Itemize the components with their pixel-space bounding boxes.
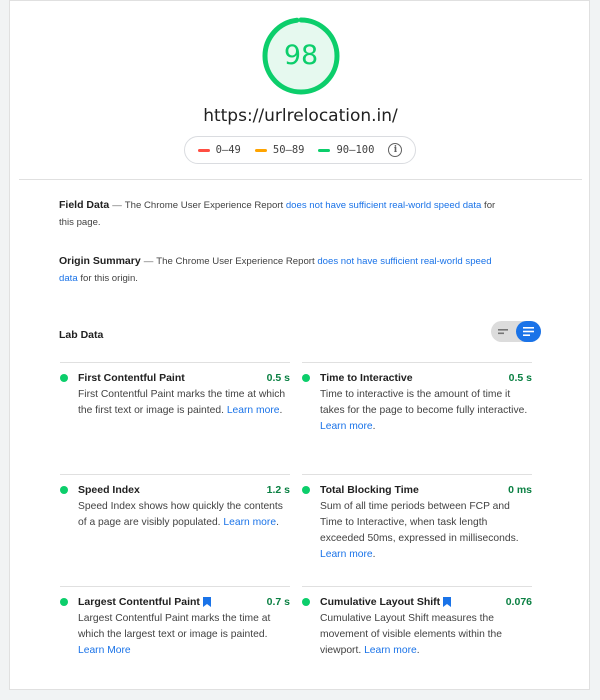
metric-name-first-contentful-paint: First Contentful Paint bbox=[60, 372, 185, 384]
pass-status-dot bbox=[302, 486, 310, 494]
metric-name-text: First Contentful Paint bbox=[78, 372, 185, 384]
metric-speed-index: Speed Index 1.2 s Speed Index shows how … bbox=[60, 474, 290, 531]
metric-description-text: Time to interactive is the amount of tim… bbox=[320, 389, 528, 416]
list-expanded-icon bbox=[523, 327, 534, 336]
field-data-dash: — bbox=[112, 200, 122, 211]
metric-value-speed-index: 1.2 s bbox=[266, 484, 290, 496]
field-data-title: Field Data bbox=[59, 199, 110, 211]
metric-name-text: Total Blocking Time bbox=[320, 484, 419, 496]
pass-status-dot bbox=[60, 598, 68, 606]
bookmark-icon bbox=[202, 597, 211, 607]
legend-swatch-pass bbox=[318, 148, 331, 152]
legend-swatch-fail bbox=[197, 148, 210, 152]
metric-largest-contentful-paint: Largest Contentful Paint 0.7 s Largest C… bbox=[60, 586, 290, 659]
metric-name-text: Cumulative Layout Shift bbox=[320, 596, 441, 608]
metric-description: Time to interactive is the amount of tim… bbox=[302, 387, 532, 435]
metric-description: Largest Contentful Paint marks the time … bbox=[60, 611, 290, 659]
metric-description: Speed Index shows how quickly the conten… bbox=[60, 499, 290, 531]
legend-swatch-average bbox=[254, 148, 267, 152]
metric-time-to-interactive: Time to Interactive 0.5 s Time to intera… bbox=[302, 362, 532, 435]
metric-name-text: Time to Interactive bbox=[320, 372, 413, 384]
metric-name-speed-index: Speed Index bbox=[60, 484, 140, 496]
metric-description: Cumulative Layout Shift measures the mov… bbox=[302, 611, 532, 659]
list-compact-icon[interactable] bbox=[496, 326, 512, 337]
origin-summary-section: Origin Summary — The Chrome User Experienc… bbox=[59, 253, 504, 287]
metric-name-total-blocking-time: Total Blocking Time bbox=[302, 484, 419, 496]
field-data-section: Field Data — The Chrome User Experience Re… bbox=[59, 197, 504, 231]
link-punctuation: . bbox=[372, 549, 376, 560]
metric-value-largest-contentful-paint: 0.7 s bbox=[266, 596, 290, 608]
tested-url: https://urlrelocation.in/ bbox=[203, 106, 398, 126]
lab-data-title: Lab Data bbox=[59, 329, 104, 341]
link-punctuation: . bbox=[279, 405, 283, 416]
pass-status-dot bbox=[302, 374, 310, 382]
metric-value-cumulative-layout-shift: 0.076 bbox=[505, 596, 532, 608]
metric-name-largest-contentful-paint: Largest Contentful Paint bbox=[60, 596, 211, 608]
performance-score-value: 98 bbox=[283, 40, 319, 71]
metric-description-text: Largest Contentful Paint marks the time … bbox=[78, 613, 271, 640]
metric-value-time-to-interactive: 0.5 s bbox=[508, 372, 532, 384]
legend-item-average: 50–89 bbox=[254, 144, 305, 156]
legend-label-fail: 0–49 bbox=[215, 144, 241, 156]
metric-value-first-contentful-paint: 0.5 s bbox=[266, 372, 290, 384]
learn-more-link[interactable]: Learn more bbox=[364, 645, 417, 656]
list-expanded-toggle[interactable] bbox=[516, 321, 541, 342]
metric-description: First Contentful Paint marks the time at… bbox=[60, 387, 290, 419]
score-legend: 0–49 50–89 90–100 i bbox=[184, 136, 416, 164]
metric-name-time-to-interactive: Time to Interactive bbox=[302, 372, 413, 384]
metric-name-text: Largest Contentful Paint bbox=[78, 596, 200, 608]
metric-cumulative-layout-shift: Cumulative Layout Shift 0.076 Cumulative… bbox=[302, 586, 532, 659]
metric-first-contentful-paint: First Contentful Paint 0.5 s First Conte… bbox=[60, 362, 290, 419]
metrics-view-toggle[interactable] bbox=[491, 321, 541, 342]
metric-value-total-blocking-time: 0 ms bbox=[508, 484, 532, 496]
origin-summary-text: The Chrome User Experience Report bbox=[156, 256, 318, 267]
legend-label-pass: 90–100 bbox=[336, 144, 375, 156]
metric-description-text: Sum of all time periods between FCP and … bbox=[320, 501, 519, 544]
learn-more-link[interactable]: Learn more bbox=[320, 549, 373, 560]
metric-total-blocking-time: Total Blocking Time 0 ms Sum of all time… bbox=[302, 474, 532, 563]
info-icon[interactable]: i bbox=[388, 143, 403, 157]
origin-summary-dash: — bbox=[143, 256, 154, 267]
pass-status-dot bbox=[60, 486, 68, 494]
origin-summary-title: Origin Summary bbox=[59, 255, 141, 267]
learn-more-link[interactable]: Learn more bbox=[320, 421, 373, 432]
legend-item-pass: 90–100 bbox=[318, 144, 374, 156]
learn-more-link[interactable]: Learn More bbox=[78, 645, 131, 656]
bookmark-icon bbox=[443, 597, 452, 607]
learn-more-link[interactable]: Learn more bbox=[227, 405, 280, 416]
link-punctuation: . bbox=[416, 645, 420, 656]
legend-label-average: 50–89 bbox=[272, 144, 305, 156]
metric-name-cumulative-layout-shift: Cumulative Layout Shift bbox=[302, 596, 452, 608]
field-data-link[interactable]: does not have sufficient real-world spee… bbox=[286, 200, 482, 211]
pass-status-dot bbox=[302, 598, 310, 606]
origin-summary-text-after: for this origin. bbox=[77, 273, 138, 284]
section-divider bbox=[19, 179, 582, 180]
metric-description: Sum of all time periods between FCP and … bbox=[302, 499, 532, 563]
link-punctuation: . bbox=[372, 421, 376, 432]
field-data-text: The Chrome User Experience Report bbox=[124, 200, 286, 211]
legend-item-fail: 0–49 bbox=[197, 144, 241, 156]
pass-status-dot bbox=[60, 374, 68, 382]
learn-more-link[interactable]: Learn more bbox=[223, 517, 276, 528]
link-punctuation: . bbox=[276, 517, 279, 528]
report-card: 98 https://urlrelocation.in/ 0–49 50–89 … bbox=[9, 0, 590, 690]
metric-name-text: Speed Index bbox=[78, 484, 140, 496]
performance-score-gauge: 98 bbox=[260, 15, 342, 97]
